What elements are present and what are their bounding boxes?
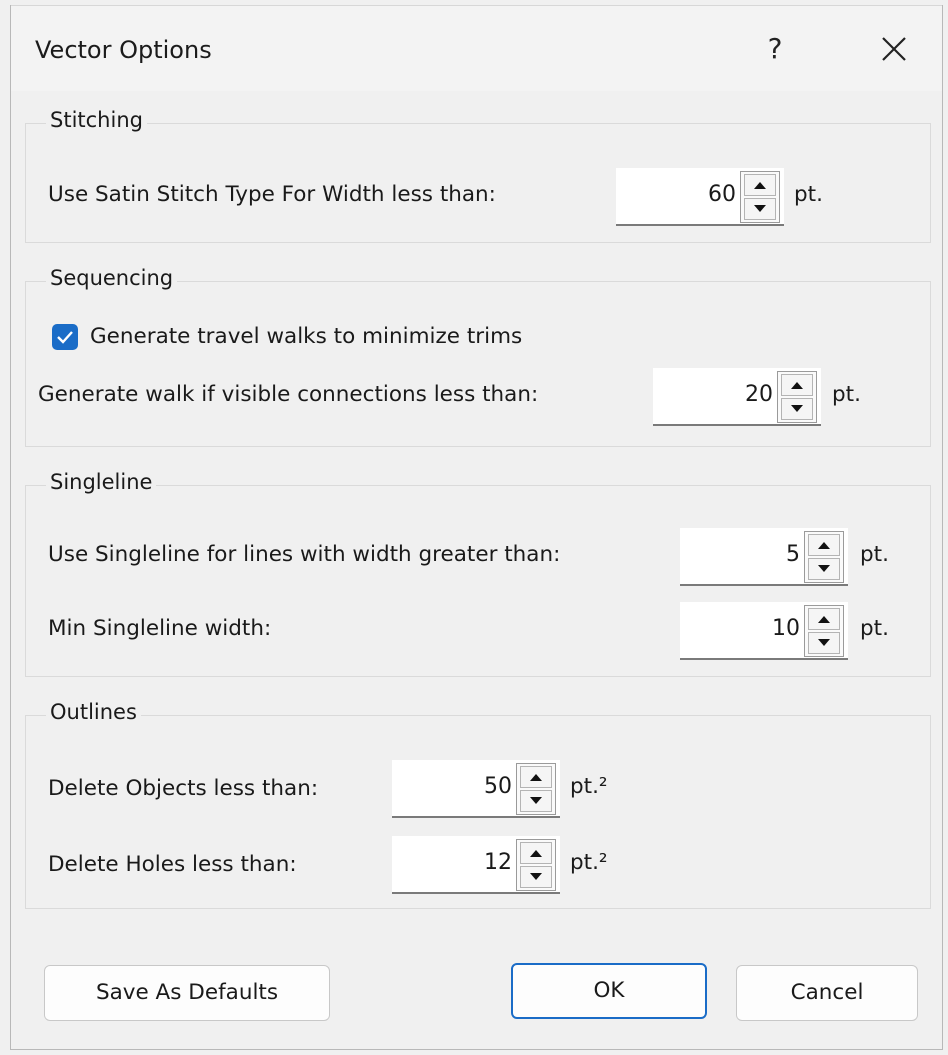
walk-connections-label: Generate walk if visible connections les…	[38, 382, 539, 407]
walk-connections-unit: pt.	[832, 382, 861, 407]
singleline-width-label: Use Singleline for lines with width grea…	[48, 542, 561, 567]
singleline-width-spinbox[interactable]: 5	[680, 528, 848, 586]
close-icon	[882, 37, 906, 61]
ok-button[interactable]: OK	[511, 963, 707, 1019]
min-singleline-unit: pt.	[860, 616, 889, 641]
singleline-width-up-button[interactable]	[808, 534, 840, 556]
vector-options-dialog: Vector Options ? Stitching Use Satin Sti…	[10, 5, 943, 1050]
dialog-title: Vector Options	[35, 36, 212, 64]
delete-holes-spinbox[interactable]: 12	[392, 836, 560, 894]
arrow-down-icon	[530, 873, 542, 880]
stitching-legend: Stitching	[46, 108, 147, 132]
walk-connections-spinbox[interactable]: 20	[653, 368, 821, 426]
singleline-width-spin-buttons	[804, 531, 844, 583]
singleline-width-down-button[interactable]	[808, 558, 840, 580]
stitching-group: Stitching Use Satin Stitch Type For Widt…	[25, 108, 931, 243]
satin-width-spinbox[interactable]: 60	[616, 168, 784, 226]
min-singleline-down-button[interactable]	[808, 632, 840, 654]
satin-width-spin-buttons	[740, 171, 780, 223]
delete-holes-up-button[interactable]	[520, 842, 552, 864]
satin-width-up-button[interactable]	[744, 174, 776, 196]
arrow-down-icon	[818, 639, 830, 646]
satin-width-down-button[interactable]	[744, 198, 776, 220]
delete-holes-value[interactable]: 12	[484, 850, 512, 875]
min-singleline-label: Min Singleline width:	[48, 616, 272, 641]
min-singleline-value[interactable]: 10	[772, 616, 800, 641]
outlines-legend: Outlines	[46, 700, 141, 724]
cancel-button[interactable]: Cancel	[736, 965, 918, 1021]
delete-objects-unit: pt.²	[570, 774, 608, 799]
arrow-down-icon	[530, 797, 542, 804]
arrow-up-icon	[530, 850, 542, 857]
min-singleline-up-button[interactable]	[808, 608, 840, 630]
delete-holes-spin-buttons	[516, 839, 556, 891]
satin-width-label: Use Satin Stitch Type For Width less tha…	[48, 182, 496, 207]
title-bar[interactable]: Vector Options ?	[11, 5, 942, 91]
singleline-width-unit: pt.	[860, 542, 889, 567]
min-singleline-spinbox[interactable]: 10	[680, 602, 848, 660]
singleline-width-value[interactable]: 5	[786, 542, 800, 567]
singleline-legend: Singleline	[46, 470, 157, 494]
satin-width-unit: pt.	[794, 182, 823, 207]
min-singleline-spin-buttons	[804, 605, 844, 657]
delete-objects-label: Delete Objects less than:	[48, 776, 319, 801]
walk-connections-up-button[interactable]	[781, 374, 813, 396]
delete-holes-down-button[interactable]	[520, 866, 552, 888]
checkmark-icon	[57, 331, 73, 344]
walk-connections-down-button[interactable]	[781, 398, 813, 420]
arrow-down-icon	[791, 405, 803, 412]
delete-objects-value[interactable]: 50	[484, 774, 512, 799]
outlines-group: Outlines Delete Objects less than: 50 pt…	[25, 700, 931, 909]
arrow-up-icon	[791, 382, 803, 389]
arrow-up-icon	[530, 774, 542, 781]
walk-connections-spin-buttons	[777, 371, 817, 423]
arrow-up-icon	[754, 182, 766, 189]
delete-holes-unit: pt.²	[570, 850, 608, 875]
save-as-defaults-button[interactable]: Save As Defaults	[44, 965, 330, 1021]
delete-holes-label: Delete Holes less than:	[48, 852, 297, 877]
sequencing-legend: Sequencing	[46, 266, 178, 290]
arrow-down-icon	[754, 205, 766, 212]
delete-objects-spin-buttons	[516, 763, 556, 815]
arrow-up-icon	[818, 542, 830, 549]
satin-width-value[interactable]: 60	[708, 182, 736, 207]
singleline-group: Singleline Use Singleline for lines with…	[25, 470, 931, 677]
close-button[interactable]	[869, 26, 919, 72]
travel-walks-label[interactable]: Generate travel walks to minimize trims	[90, 324, 522, 349]
help-button[interactable]: ?	[753, 26, 797, 72]
walk-connections-value[interactable]: 20	[745, 382, 773, 407]
arrow-down-icon	[818, 565, 830, 572]
delete-objects-down-button[interactable]	[520, 790, 552, 812]
travel-walks-checkbox[interactable]	[52, 324, 78, 350]
delete-objects-up-button[interactable]	[520, 766, 552, 788]
delete-objects-spinbox[interactable]: 50	[392, 760, 560, 818]
arrow-up-icon	[818, 616, 830, 623]
sequencing-group: Sequencing Generate travel walks to mini…	[25, 266, 931, 447]
